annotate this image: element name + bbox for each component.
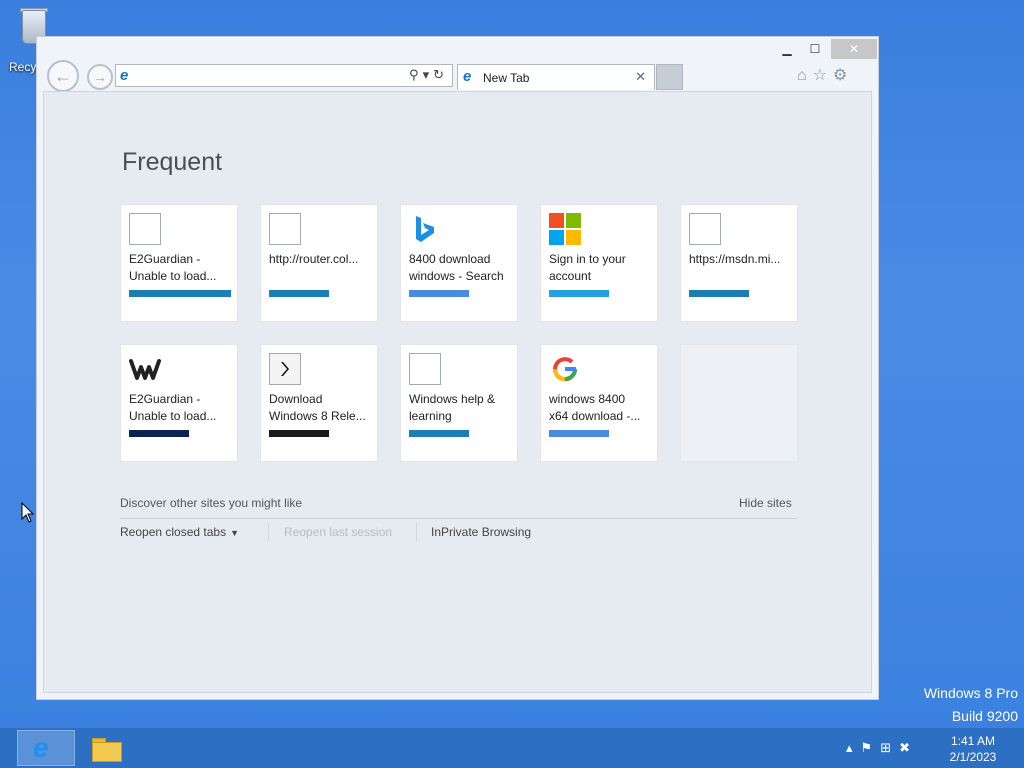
tile-color-bar [409, 290, 469, 297]
favorites-star-icon[interactable]: ☆ [813, 67, 833, 84]
frequent-heading: Frequent [122, 148, 223, 176]
tab-new-tab[interactable]: e New Tab ✕ [457, 64, 655, 90]
tile-color-bar [689, 290, 749, 297]
bing-logo-icon [416, 216, 434, 242]
taskbar-ie-button[interactable]: e [17, 730, 75, 766]
reopen-last-session-link: Reopen last session [284, 525, 393, 539]
internet-explorer-icon: e [33, 732, 49, 763]
frequent-tile[interactable]: 8400 download windows - Search [400, 204, 518, 322]
inprivate-browsing-link[interactable]: InPrivate Browsing [431, 525, 531, 539]
folder-icon [92, 742, 122, 762]
tile-title-line1: http://router.col... [269, 252, 359, 266]
tile-title-line2: learning [409, 409, 452, 423]
windows-edition-watermark: Windows 8 Pro [923, 685, 1018, 701]
dropdown-icon[interactable]: ▾ [423, 67, 434, 82]
microsoft-logo-icon [549, 213, 581, 245]
tile-color-bar [269, 430, 329, 437]
google-logo-icon [553, 357, 578, 382]
network-icon[interactable]: ⊞ [880, 740, 899, 755]
blank-page-icon [409, 353, 441, 385]
frequent-tile[interactable]: https://msdn.mi... [680, 204, 798, 322]
tile-title-line1: Sign in to your [549, 252, 626, 266]
tile-title-line1: windows 8400 [549, 392, 626, 406]
tile-title-line2: account [549, 269, 592, 283]
new-tab-page: Frequent E2Guardian - Unable to load... … [43, 91, 872, 693]
tile-title-line2: Unable to load... [129, 269, 217, 283]
home-icon[interactable]: ⌂ [797, 67, 813, 84]
tile-title-line1: Download [269, 392, 323, 406]
windows-build-watermark: Build 9200 [951, 708, 1018, 724]
frequent-tile[interactable]: E2Guardian - Unable to load... [120, 204, 238, 322]
taskbar: e ▴⚑⊞✖ 1:41 AM 2/1/2023 [0, 728, 1024, 768]
link-separator [268, 523, 269, 541]
ie-browser-window: ▁ ☐ ✕ ← → e ⚲▾↻ e New Tab ✕ ⌂☆⚙ Frequent [36, 36, 879, 700]
title-bar: ▁ ☐ ✕ ← → e ⚲▾↻ e New Tab ✕ ⌂☆⚙ [37, 37, 878, 95]
tile-title-line2: windows - Search [409, 269, 504, 283]
address-bar[interactable]: e ⚲▾↻ [115, 64, 453, 87]
ie-page-icon: e [120, 67, 129, 84]
hide-sites-link[interactable]: Hide sites [739, 496, 792, 510]
address-input[interactable] [140, 67, 390, 84]
weebly-logo-icon [129, 359, 161, 380]
address-actions: ⚲▾↻ [409, 67, 448, 83]
tile-title-line2: Unable to load... [129, 409, 217, 423]
divider [120, 518, 797, 519]
settings-gear-icon[interactable]: ⚙ [833, 67, 853, 84]
forward-arrow-icon: → [93, 69, 107, 85]
blank-page-icon [129, 213, 161, 245]
frequent-tile[interactable]: Sign in to your account [540, 204, 658, 322]
tile-color-bar [409, 430, 469, 437]
frequent-tile[interactable]: http://router.col... [260, 204, 378, 322]
ie-tab-icon: e [463, 68, 472, 85]
tile-color-bar [549, 430, 609, 437]
mouse-cursor-icon [21, 502, 35, 523]
empty-tile-slot [680, 344, 798, 462]
blank-page-icon [269, 213, 301, 245]
clock-date: 2/1/2023 [949, 750, 997, 764]
tile-title-line1: Windows help & [409, 392, 496, 406]
tile-color-bar [549, 290, 609, 297]
system-tray: ▴⚑⊞✖ [846, 740, 918, 756]
taskbar-file-explorer-button[interactable] [90, 734, 124, 762]
frequent-tile[interactable]: E2Guardian - Unable to load... [120, 344, 238, 462]
close-button[interactable]: ✕ [831, 39, 877, 59]
clock[interactable]: 1:41 AM 2/1/2023 [946, 733, 1000, 765]
tile-title-line1: 8400 download [409, 252, 491, 266]
toolbar-icons: ⌂☆⚙ [797, 65, 853, 85]
tile-color-bar [129, 290, 231, 297]
blank-page-icon [689, 213, 721, 245]
tile-color-bar [269, 290, 329, 297]
reopen-closed-tabs-link[interactable]: Reopen closed tabs ▼ [120, 525, 239, 539]
forward-button[interactable]: → [87, 64, 113, 90]
maximize-button[interactable]: ☐ [805, 39, 825, 59]
chevron-up-icon[interactable]: ▴ [846, 740, 861, 755]
chevron-logo-icon [269, 353, 301, 385]
volume-muted-icon[interactable]: ✖ [899, 740, 918, 755]
frequent-tile[interactable]: Windows help & learning [400, 344, 518, 462]
tile-title-line2: Windows 8 Rele... [269, 409, 366, 423]
new-tab-button[interactable] [656, 64, 683, 90]
tile-title-line1: E2Guardian - [129, 392, 201, 406]
refresh-icon[interactable]: ↻ [433, 67, 448, 82]
frequent-tile[interactable]: windows 8400 x64 download -... [540, 344, 658, 462]
back-arrow-icon: ← [54, 66, 72, 86]
flag-icon[interactable]: ⚑ [861, 740, 881, 755]
frequent-tile[interactable]: Download Windows 8 Rele... [260, 344, 378, 462]
minimize-button[interactable]: ▁ [777, 39, 797, 59]
link-separator [416, 523, 417, 541]
reopen-closed-tabs-label: Reopen closed tabs [120, 525, 227, 539]
dropdown-caret-icon: ▼ [230, 528, 239, 538]
tab-close-icon[interactable]: ✕ [635, 69, 646, 85]
tile-title-line2: x64 download -... [549, 409, 641, 423]
tile-title-line1: E2Guardian - [129, 252, 201, 266]
search-icon[interactable]: ⚲ [409, 67, 423, 82]
clock-time: 1:41 AM [950, 734, 996, 748]
discover-sites-text: Discover other sites you might like [120, 496, 303, 510]
back-button[interactable]: ← [47, 60, 79, 92]
tab-label: New Tab [483, 71, 530, 85]
tile-title-line1: https://msdn.mi... [689, 252, 781, 266]
tile-color-bar [129, 430, 189, 437]
